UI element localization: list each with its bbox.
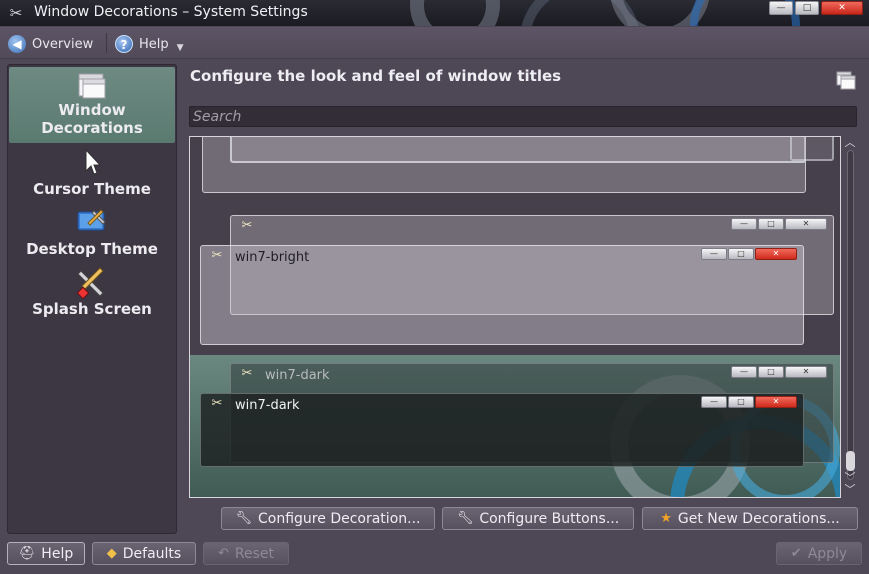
reset-button[interactable]: ↶ Reset [203, 542, 289, 565]
window-app-icon: ✂ [241, 366, 253, 381]
window-app-icon: ✂ [211, 248, 223, 263]
chevron-down-icon: ▼ [176, 43, 184, 53]
help-button[interactable]: ⛑︎ Help [7, 542, 85, 565]
defaults-icon: ◆ [106, 546, 117, 561]
preview-minimize-button: — [701, 248, 727, 260]
preview-maximize-button: □ [758, 366, 784, 378]
window-app-icon: ✂ [211, 396, 223, 411]
star-icon: ★ [660, 511, 672, 526]
overview-label: Overview [32, 36, 94, 52]
sidebar-item-cursor-theme[interactable]: Cursor Theme [9, 147, 175, 203]
reset-button-label: Reset [234, 545, 274, 562]
sidebar-item-label: Desktop Theme [26, 240, 158, 258]
sidebar-item-label: Cursor Theme [33, 180, 151, 198]
page-title: Configure the look and feel of window ti… [190, 67, 562, 85]
defaults-button[interactable]: ◆ Defaults [92, 542, 196, 565]
preview-close-button: ✕ [785, 218, 827, 230]
sidebar-item-label: Decorations [41, 119, 143, 137]
scroll-thumb[interactable] [846, 451, 855, 471]
help-label: Help [139, 36, 169, 52]
decoration-name: win7-dark [265, 368, 330, 383]
preview-close-button: ✕ [785, 366, 827, 378]
configure-decoration-label: Configure Decoration... [258, 510, 421, 527]
scroll-track[interactable] [847, 150, 854, 480]
preview-close-button: ✕ [755, 248, 797, 260]
scroll-down-icon[interactable]: ﹀ [843, 484, 857, 496]
back-arrow-icon: ◀ [8, 35, 26, 53]
help-button-label: Help [41, 545, 74, 562]
preview-maximize-button: □ [758, 218, 784, 230]
search-input[interactable]: Search [189, 106, 857, 127]
sidebar-item-desktop-theme[interactable]: Desktop Theme [9, 207, 175, 263]
decoration-name: win7-bright [235, 250, 310, 265]
close-button[interactable]: ✕ [821, 1, 863, 15]
configure-decoration-button[interactable]: 🔧︎ Configure Decoration... [221, 507, 435, 530]
category-sidebar: Window Decorations Cursor Theme Desktop … [7, 64, 177, 534]
sidebar-item-label: Splash Screen [32, 300, 152, 318]
list-item[interactable]: ✂ win7-dark — □ ✕ ✂ win7-dark — □ ✕ [190, 355, 840, 497]
sidebar-item-splash-screen[interactable]: Splash Screen [9, 267, 175, 323]
help-icon: ? [115, 35, 133, 53]
settings-tools-icon: ✂ [9, 4, 23, 22]
splash-screen-icon [76, 267, 104, 299]
preview-close-button: ✕ [755, 396, 797, 408]
titlebar-swirl-decoration [410, 0, 500, 26]
help-menu-button[interactable]: ? Help ▼ [115, 33, 184, 55]
preview-maximize-button: □ [728, 396, 754, 408]
wrench-icon: 🔧︎ [235, 511, 253, 526]
wrench-icon: 🔧︎ [456, 511, 474, 526]
desktop-theme-icon [77, 209, 106, 231]
window-titlebar[interactable]: ✂ Window Decorations – System Settings —… [0, 0, 869, 26]
preview-minimize-button: — [731, 366, 757, 378]
cursor-icon [85, 148, 102, 175]
window-title: Window Decorations – System Settings [34, 4, 308, 20]
decoration-list[interactable]: ✂ — □ ✕ ✂ win7-bright — □ ✕ ✂ win7-dark [189, 136, 841, 498]
decoration-name: win7-dark [235, 398, 300, 413]
maximize-button[interactable]: □ [795, 1, 819, 15]
apply-button-label: Apply [807, 545, 848, 562]
overview-button[interactable]: ◀ Overview [8, 33, 93, 55]
decoration-preview-active-window: ✂ win7-bright — □ ✕ [200, 245, 804, 345]
get-new-decorations-label: Get New Decorations... [677, 510, 840, 527]
apply-button[interactable]: ✔ Apply [776, 542, 862, 565]
scroll-up-icon[interactable]: ︿ [843, 137, 857, 149]
undo-icon: ↶ [217, 546, 229, 561]
toolbar: ◀ Overview ? Help ▼ [0, 27, 869, 59]
preview-minimize-button: — [701, 396, 727, 408]
list-scrollbar[interactable]: ︿ ﹀ ﹀ [843, 136, 857, 498]
sidebar-item-label: Window [58, 101, 126, 119]
configure-buttons-label: Configure Buttons... [479, 510, 620, 527]
get-new-decorations-button[interactable]: ★ Get New Decorations... [642, 507, 858, 530]
decoration-preview-active-window: ✂ win7-dark — □ ✕ [200, 393, 804, 467]
help-icon: ⛑︎ [18, 546, 36, 561]
window-app-icon: ✂ [241, 218, 253, 233]
preview-maximize-button: □ [728, 248, 754, 260]
decoration-preview-partial [230, 137, 806, 163]
sidebar-item-window-decorations[interactable]: Window Decorations [9, 67, 175, 143]
configure-buttons-button[interactable]: 🔧︎ Configure Buttons... [442, 507, 634, 530]
preview-minimize-button: — [731, 218, 757, 230]
window-icon [836, 71, 856, 90]
minimize-button[interactable]: — [769, 1, 793, 15]
defaults-button-label: Defaults [122, 545, 182, 562]
window-icon [78, 73, 106, 99]
checkmark-icon: ✔ [790, 546, 802, 561]
decoration-preview-partial [790, 137, 834, 161]
toolbar-separator [106, 33, 107, 53]
